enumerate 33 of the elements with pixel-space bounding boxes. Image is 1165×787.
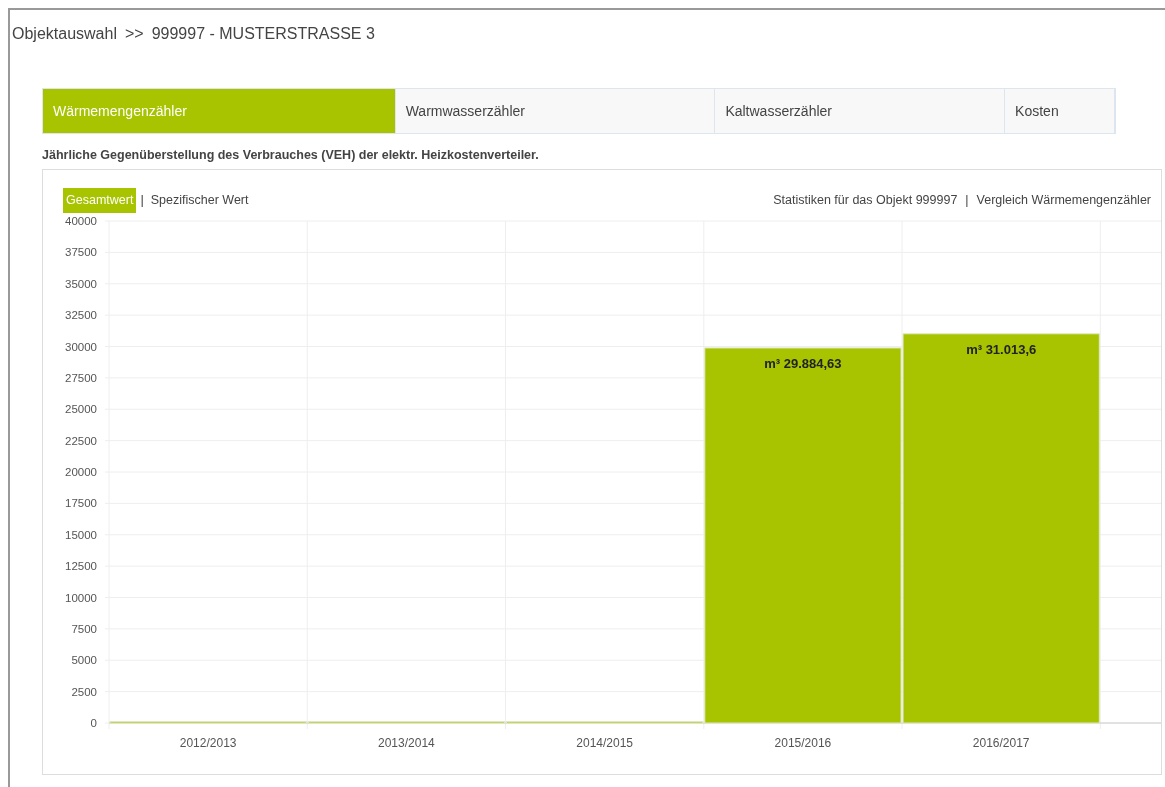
axis-tick-label: 27500 [65, 371, 97, 384]
axis-category-label: 2015/2016 [774, 735, 832, 750]
axis-tick-label: 12500 [65, 559, 97, 572]
axis-tick-label: 20000 [65, 465, 97, 478]
axis-tick-label: 30000 [65, 340, 97, 352]
axis-tick-label: 10000 [65, 591, 97, 603]
breadcrumb-separator: >> [124, 25, 144, 42]
data-label: m³ 29.884,63 [764, 355, 842, 371]
chart-description: Jährliche Gegenüberstellung des Verbrauches (VEH) der elektr. Heizkostenverteiler. [42, 147, 540, 164]
axis-tick-label: 17500 [65, 496, 97, 509]
axis-tick-label: 32500 [65, 308, 97, 321]
link[interactable]: Statistiken für das Objekt 999997 [773, 190, 958, 210]
axis-tick-label: 2500 [71, 685, 97, 698]
toggle-button[interactable]: Spezifischer Wert [147, 187, 252, 213]
axis-tick-label: 7500 [71, 622, 97, 635]
axis-tick-label: 15000 [65, 528, 97, 541]
axis-tick-label: 0 [90, 716, 97, 729]
breadcrumb-link[interactable]: Objektauswahl [12, 25, 117, 42]
axis-category-label: 2014/2015 [576, 735, 633, 750]
axis-tick-label: 5000 [71, 653, 97, 666]
separator: | [140, 191, 144, 210]
axis-tick-label: 37500 [65, 245, 97, 258]
link[interactable]: Vergleich Wärmemengenzähler [976, 190, 1151, 210]
separator: | [965, 191, 969, 209]
axis-category-label: 2012/2013 [179, 735, 237, 750]
axis-tick-label: 22500 [65, 434, 97, 447]
axis-tick-label: 40000 [65, 214, 97, 227]
axis-category-label: 2013/2014 [378, 735, 435, 750]
data-label: m³ 31.013,6 [966, 341, 1037, 357]
axis-tick-label: 35000 [65, 277, 97, 290]
breadcrumb-current: 999997 - MUSTERSTRASSE 3 [151, 25, 375, 42]
axis-category-label: 2016/2017 [972, 735, 1030, 750]
axis-tick-label: 25000 [65, 402, 97, 415]
